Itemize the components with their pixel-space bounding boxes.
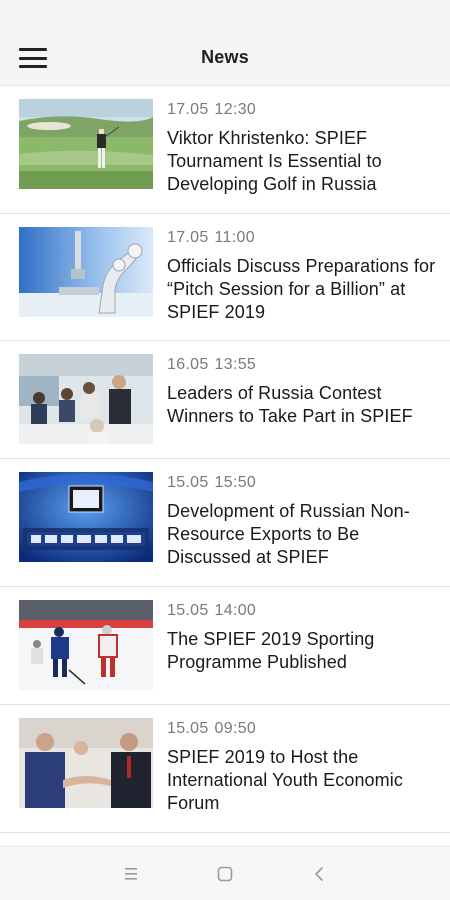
news-text: 16.05 13:55 Leaders of Russia Contest Win… [167,354,438,428]
news-meta: 15.05 15:50 [167,472,438,494]
news-time: 09:50 [214,720,257,737]
news-date: 15.05 [167,602,209,619]
news-date: 17.05 [167,229,209,246]
news-item[interactable]: 15.05 15:50 Development of Russian Non-Re… [0,459,450,587]
news-date: 15.05 [167,720,209,737]
hamburger-menu-icon[interactable] [19,46,47,70]
news-time: 11:00 [214,229,255,246]
news-thumbnail [19,718,153,808]
news-meta: 15.05 09:50 [167,718,438,740]
news-item[interactable]: 17.05 11:00 Officials Discuss Preparation… [0,214,450,341]
home-icon[interactable] [178,847,272,900]
robot-arm-image [19,227,153,317]
news-item[interactable] [0,833,450,846]
status-bar [0,0,450,30]
news-app: News 17.05 12:30 Viktor Khristenko: SPIE… [0,0,450,900]
handshake-image [19,718,153,808]
back-icon[interactable] [272,847,366,900]
news-thumbnail [19,600,153,690]
news-item[interactable]: 15.05 09:50 SPIEF 2019 to Host the Intern… [0,705,450,833]
system-nav-bar [0,846,450,900]
news-time: 13:55 [214,356,257,373]
tv-studio-image [19,472,153,562]
menu-line [19,56,47,60]
golf-image [19,99,153,189]
news-text: 15.05 14:00 The SPIEF 2019 Sporting Progr… [167,600,438,674]
news-time: 14:00 [214,602,257,619]
news-item[interactable]: 16.05 13:55 Leaders of Russia Contest Win… [0,341,450,459]
news-meta: 17.05 11:00 [167,227,438,249]
news-headline[interactable]: Development of Russian Non-Resource Expo… [167,500,438,569]
news-thumbnail [19,227,153,317]
page-title: News [201,47,249,67]
news-headline[interactable]: The SPIEF 2019 Sporting Programme Publis… [167,628,438,674]
hockey-image [19,600,153,690]
news-date: 17.05 [167,101,209,118]
news-text: 17.05 11:00 Officials Discuss Preparation… [167,227,438,324]
menu-line [19,65,47,68]
news-date: 16.05 [167,356,209,373]
app-bar: News [0,30,450,86]
news-meta: 17.05 12:30 [167,99,438,121]
news-time: 15:50 [214,474,257,491]
news-text: 15.05 15:50 Development of Russian Non-Re… [167,472,438,569]
news-date: 15.05 [167,474,209,491]
news-headline[interactable]: SPIEF 2019 to Host the International You… [167,746,438,815]
conference-image [19,354,153,444]
news-meta: 16.05 13:55 [167,354,438,376]
news-thumbnail [19,99,153,189]
news-item[interactable]: 15.05 14:00 The SPIEF 2019 Sporting Progr… [0,587,450,705]
news-text: 15.05 09:50 SPIEF 2019 to Host the Intern… [167,718,438,815]
news-time: 12:30 [214,101,257,118]
menu-line [19,48,47,51]
news-thumbnail [19,472,153,562]
news-item[interactable]: 17.05 12:30 Viktor Khristenko: SPIEF Tour… [0,86,450,214]
news-feed[interactable]: 17.05 12:30 Viktor Khristenko: SPIEF Tour… [0,86,450,846]
news-headline[interactable]: Officials Discuss Preparations for “Pitc… [167,255,438,324]
news-meta: 15.05 14:00 [167,600,438,622]
news-headline[interactable]: Viktor Khristenko: SPIEF Tournament Is E… [167,127,438,196]
news-headline[interactable]: Leaders of Russia Contest Winners to Tak… [167,382,438,428]
news-text: 17.05 12:30 Viktor Khristenko: SPIEF Tour… [167,99,438,196]
recents-icon[interactable] [84,847,178,900]
news-thumbnail [19,354,153,444]
